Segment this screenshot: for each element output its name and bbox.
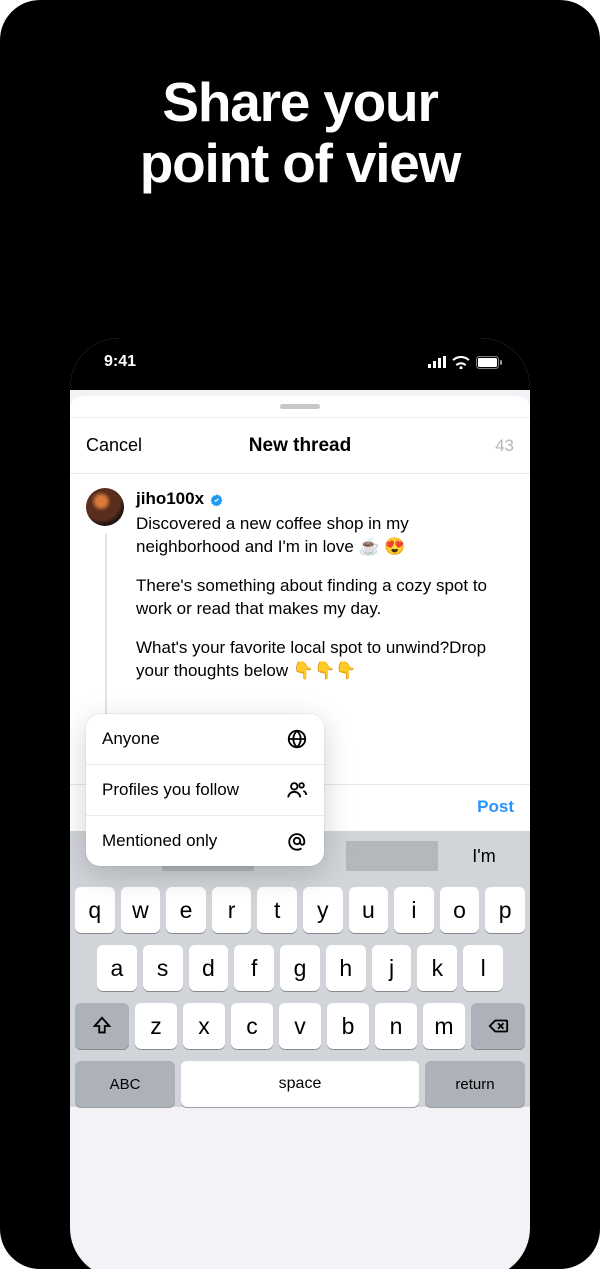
phone-frame: 9:41 Cancel New thread 43: [60, 328, 540, 1269]
username-row: jiho100x: [136, 488, 224, 511]
key-a[interactable]: a: [97, 945, 137, 991]
key-b[interactable]: b: [327, 1003, 369, 1049]
post-button[interactable]: Post: [477, 797, 514, 817]
key-row-2: a s d f g h j k l: [70, 939, 530, 997]
verified-badge-icon: [209, 492, 224, 507]
key-k[interactable]: k: [417, 945, 457, 991]
key-c[interactable]: c: [231, 1003, 273, 1049]
key-d[interactable]: d: [189, 945, 229, 991]
modal-header: Cancel New thread 43: [70, 418, 530, 474]
key-n[interactable]: n: [375, 1003, 417, 1049]
key-i[interactable]: i: [394, 887, 434, 933]
sheet-grabber[interactable]: [280, 404, 320, 409]
key-backspace[interactable]: [471, 1003, 525, 1049]
key-return[interactable]: return: [425, 1061, 525, 1107]
key-r[interactable]: r: [212, 887, 252, 933]
menu-label-follow: Profiles you follow: [102, 780, 239, 800]
key-p[interactable]: p: [485, 887, 525, 933]
cellular-icon: [428, 356, 446, 368]
key-shift[interactable]: [75, 1003, 129, 1049]
menu-item-anyone[interactable]: Anyone: [86, 714, 324, 764]
key-v[interactable]: v: [279, 1003, 321, 1049]
status-time: 9:41: [104, 353, 136, 371]
status-bar: 9:41: [70, 338, 530, 390]
compose-paragraph-1: Discovered a new coffee shop in my neigh…: [136, 513, 514, 559]
key-y[interactable]: y: [303, 887, 343, 933]
key-l[interactable]: l: [463, 945, 503, 991]
key-abc[interactable]: ABC: [75, 1061, 175, 1107]
menu-label-anyone: Anyone: [102, 729, 160, 749]
sheet-grabber-area: [70, 396, 530, 418]
menu-item-follow[interactable]: Profiles you follow: [86, 764, 324, 815]
globe-icon: [286, 728, 308, 750]
status-indicators: [428, 356, 502, 369]
key-e[interactable]: e: [166, 887, 206, 933]
key-z[interactable]: z: [135, 1003, 177, 1049]
key-row-3: z x c v b n m: [70, 997, 530, 1055]
username: jiho100x: [136, 488, 204, 511]
cancel-button[interactable]: Cancel: [86, 435, 142, 456]
headline-line1: Share your: [0, 72, 600, 133]
key-m[interactable]: m: [423, 1003, 465, 1049]
key-row-4: ABC space return: [70, 1055, 530, 1107]
wifi-icon: [452, 356, 470, 369]
separator: [346, 841, 438, 871]
key-space[interactable]: space: [181, 1061, 419, 1107]
avatar[interactable]: [86, 488, 124, 526]
key-row-1: q w e r t y u i o p: [70, 881, 530, 939]
backspace-icon: [487, 1015, 509, 1037]
key-g[interactable]: g: [280, 945, 320, 991]
key-o[interactable]: o: [440, 887, 480, 933]
shift-icon: [91, 1015, 113, 1037]
key-w[interactable]: w: [121, 887, 161, 933]
key-j[interactable]: j: [372, 945, 412, 991]
menu-label-mentioned: Mentioned only: [102, 831, 217, 851]
at-icon: [286, 830, 308, 852]
people-icon: [286, 779, 308, 801]
suggestion-3[interactable]: I'm: [438, 831, 530, 881]
battery-icon: [476, 356, 502, 369]
key-u[interactable]: u: [349, 887, 389, 933]
char-counter: 43: [458, 436, 514, 456]
key-h[interactable]: h: [326, 945, 366, 991]
compose-body[interactable]: jiho100x Discovered a new coffee shop in…: [136, 488, 514, 683]
modal-title: New thread: [249, 435, 351, 457]
reply-scope-menu: Anyone Profiles you follow Mentioned onl…: [86, 714, 324, 866]
keyboard: I The I'm q w e r t y u i o p: [70, 831, 530, 1107]
promo-stage: Share your point of view 9:41 Cancel New…: [0, 0, 600, 1269]
menu-item-mentioned[interactable]: Mentioned only: [86, 815, 324, 866]
phone-screen: 9:41 Cancel New thread 43: [70, 338, 530, 1269]
headline: Share your point of view: [0, 0, 600, 193]
key-s[interactable]: s: [143, 945, 183, 991]
key-x[interactable]: x: [183, 1003, 225, 1049]
key-q[interactable]: q: [75, 887, 115, 933]
compose-paragraph-2: There's something about finding a cozy s…: [136, 575, 514, 621]
headline-line2: point of view: [0, 133, 600, 194]
key-f[interactable]: f: [234, 945, 274, 991]
key-t[interactable]: t: [257, 887, 297, 933]
compose-paragraph-3: What's your favorite local spot to unwin…: [136, 637, 514, 683]
